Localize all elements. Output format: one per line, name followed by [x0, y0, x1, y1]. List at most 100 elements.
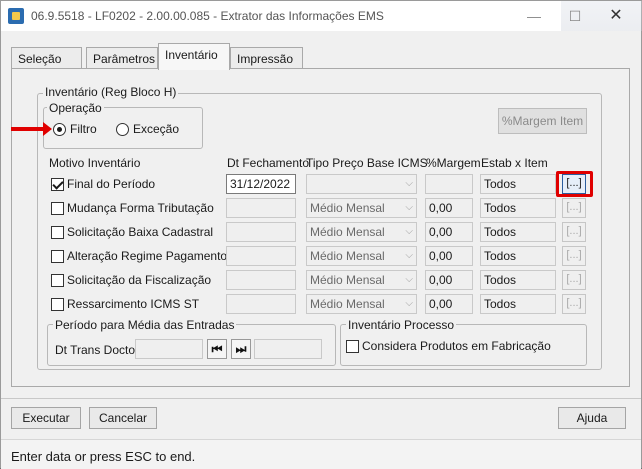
- considera-produtos-label: Considera Produtos em Fabricação: [362, 339, 551, 353]
- row-final-periodo-checkbox[interactable]: Final do Período: [51, 177, 155, 191]
- row-solicitacao-baixa-checkbox[interactable]: Solicitação Baixa Cadastral: [51, 225, 213, 239]
- checkbox-mudanca-forma[interactable]: [51, 201, 64, 215]
- estab-lookup-button[interactable]: [...]: [562, 198, 586, 218]
- dt-fechamento-input[interactable]: [226, 222, 296, 242]
- chevron-down-icon: ⌵: [405, 274, 413, 285]
- tab-parametros[interactable]: Parâmetros: [86, 47, 158, 69]
- estab-lookup-button[interactable]: [...]: [562, 222, 586, 242]
- margem-input[interactable]: 0,00: [425, 246, 473, 266]
- header-margem: %Margem: [426, 156, 481, 170]
- checkbox-ressarcimento[interactable]: [51, 297, 64, 311]
- dt-fechamento-input[interactable]: [226, 198, 296, 218]
- row-label: Final do Período: [67, 177, 156, 191]
- radio-filtro[interactable]: Filtro: [53, 122, 97, 136]
- chevron-down-icon: ⌵: [405, 178, 413, 189]
- last-record-icon[interactable]: ⏭: [231, 339, 251, 359]
- dt-trans-end-input[interactable]: [254, 339, 322, 359]
- chevron-down-icon: ⌵: [405, 226, 413, 237]
- margem-input[interactable]: [425, 174, 473, 194]
- tipo-preco-value: Médio Mensal: [310, 249, 385, 263]
- estab-lookup-button[interactable]: [...]: [562, 294, 586, 314]
- minimize-icon[interactable]: —: [516, 5, 552, 27]
- chevron-down-icon: ⌵: [405, 202, 413, 213]
- tipo-preco-value: Médio Mensal: [310, 273, 385, 287]
- estab-field: Todos: [480, 270, 556, 290]
- first-record-icon[interactable]: ⏮: [207, 339, 227, 359]
- chevron-down-icon: ⌵: [405, 298, 413, 309]
- window-title: 06.9.5518 - LF0202 - 2.00.00.085 - Extra…: [31, 9, 384, 23]
- row-label: Alteração Regime Pagamento: [67, 249, 228, 263]
- tipo-preco-select[interactable]: Médio Mensal ⌵: [306, 294, 417, 314]
- radio-excecao-dot[interactable]: [116, 122, 129, 136]
- dt-fechamento-input[interactable]: [226, 246, 296, 266]
- red-arrow-annotation: [11, 122, 52, 136]
- maximize-icon[interactable]: ☐: [557, 5, 593, 27]
- processo-title: Inventário Processo: [346, 318, 457, 332]
- inventario-group-title: Inventário (Reg Bloco H): [43, 85, 179, 99]
- red-highlight-annotation: [556, 171, 593, 197]
- tipo-preco-select[interactable]: Médio Mensal ⌵: [306, 222, 417, 242]
- separator: [1, 398, 641, 399]
- row-label: Solicitação Baixa Cadastral: [67, 225, 214, 239]
- close-icon[interactable]: ✕: [598, 5, 634, 27]
- margem-input[interactable]: 0,00: [425, 222, 473, 242]
- row-alteracao-regime-checkbox[interactable]: Alteração Regime Pagamento: [51, 249, 227, 263]
- dt-fechamento-input[interactable]: [226, 294, 296, 314]
- dt-trans-start-input[interactable]: [135, 339, 203, 359]
- estab-field: Todos: [480, 222, 556, 242]
- app-icon: [8, 8, 24, 24]
- considera-produtos-checkbox-row[interactable]: Considera Produtos em Fabricação: [346, 339, 551, 353]
- tab-selecao[interactable]: Seleção: [11, 47, 82, 69]
- checkbox-alteracao-regime[interactable]: [51, 249, 64, 263]
- estab-field: Todos: [480, 294, 556, 314]
- radio-filtro-label: Filtro: [70, 122, 97, 136]
- checkbox-final-periodo[interactable]: [51, 177, 64, 191]
- row-solicitacao-fiscalizacao-checkbox[interactable]: Solicitação da Fiscalização: [51, 273, 211, 287]
- tab-impressao[interactable]: Impressão: [230, 47, 303, 69]
- tipo-preco-value: Médio Mensal: [310, 225, 385, 239]
- ajuda-button[interactable]: Ajuda: [558, 407, 626, 429]
- row-label: Ressarcimento ICMS ST: [67, 297, 200, 311]
- app-window: 06.9.5518 - LF0202 - 2.00.00.085 - Extra…: [0, 0, 642, 469]
- row-mudanca-forma-checkbox[interactable]: Mudança Forma Tributação: [51, 201, 214, 215]
- radio-filtro-dot[interactable]: [53, 122, 66, 136]
- operacao-title: Operação: [47, 101, 104, 115]
- row-label: Solicitação da Fiscalização: [67, 273, 212, 287]
- margem-input[interactable]: 0,00: [425, 294, 473, 314]
- cancelar-button[interactable]: Cancelar: [89, 407, 157, 429]
- radio-excecao-label: Exceção: [133, 122, 180, 136]
- header-tipo-preco: Tipo Preço Base ICMS: [306, 156, 428, 170]
- header-motivo: Motivo Inventário: [49, 156, 141, 170]
- dt-fechamento-input[interactable]: 31/12/2022: [226, 174, 296, 194]
- checkbox-solicitacao-fiscalizacao[interactable]: [51, 273, 64, 287]
- row-label: Mudança Forma Tributação: [67, 201, 214, 215]
- tipo-preco-select[interactable]: ⌵: [306, 174, 417, 194]
- margem-item-button[interactable]: %Margem Item: [498, 108, 587, 134]
- title-bar: 06.9.5518 - LF0202 - 2.00.00.085 - Extra…: [1, 1, 642, 31]
- margem-input[interactable]: 0,00: [425, 270, 473, 290]
- checkbox-solicitacao-baixa[interactable]: [51, 225, 64, 239]
- dt-trans-docto-label: Dt Trans Docto:: [55, 343, 139, 357]
- tipo-preco-value: Médio Mensal: [310, 297, 385, 311]
- tipo-preco-select[interactable]: Médio Mensal ⌵: [306, 198, 417, 218]
- header-estab: Estab x Item: [481, 156, 548, 170]
- checkbox-considera-produtos[interactable]: [346, 339, 359, 353]
- status-bar: Enter data or press ESC to end.: [1, 439, 641, 469]
- estab-lookup-button[interactable]: [...]: [562, 246, 586, 266]
- status-text: Enter data or press ESC to end.: [11, 449, 196, 464]
- estab-field: Todos: [480, 174, 556, 194]
- tipo-preco-select[interactable]: Médio Mensal ⌵: [306, 270, 417, 290]
- tipo-preco-select[interactable]: Médio Mensal ⌵: [306, 246, 417, 266]
- tab-inventario[interactable]: Inventário: [158, 43, 230, 70]
- periodo-title: Período para Média das Entradas: [53, 318, 237, 332]
- dt-fechamento-input[interactable]: [226, 270, 296, 290]
- row-ressarcimento-checkbox[interactable]: Ressarcimento ICMS ST: [51, 297, 199, 311]
- radio-excecao[interactable]: Exceção: [116, 122, 179, 136]
- tipo-preco-value: Médio Mensal: [310, 201, 385, 215]
- margem-input[interactable]: 0,00: [425, 198, 473, 218]
- executar-button[interactable]: Executar: [11, 407, 81, 429]
- estab-field: Todos: [480, 246, 556, 266]
- estab-lookup-button[interactable]: [...]: [562, 270, 586, 290]
- chevron-down-icon: ⌵: [405, 250, 413, 261]
- header-dt-fechamento: Dt Fechamento: [227, 156, 310, 170]
